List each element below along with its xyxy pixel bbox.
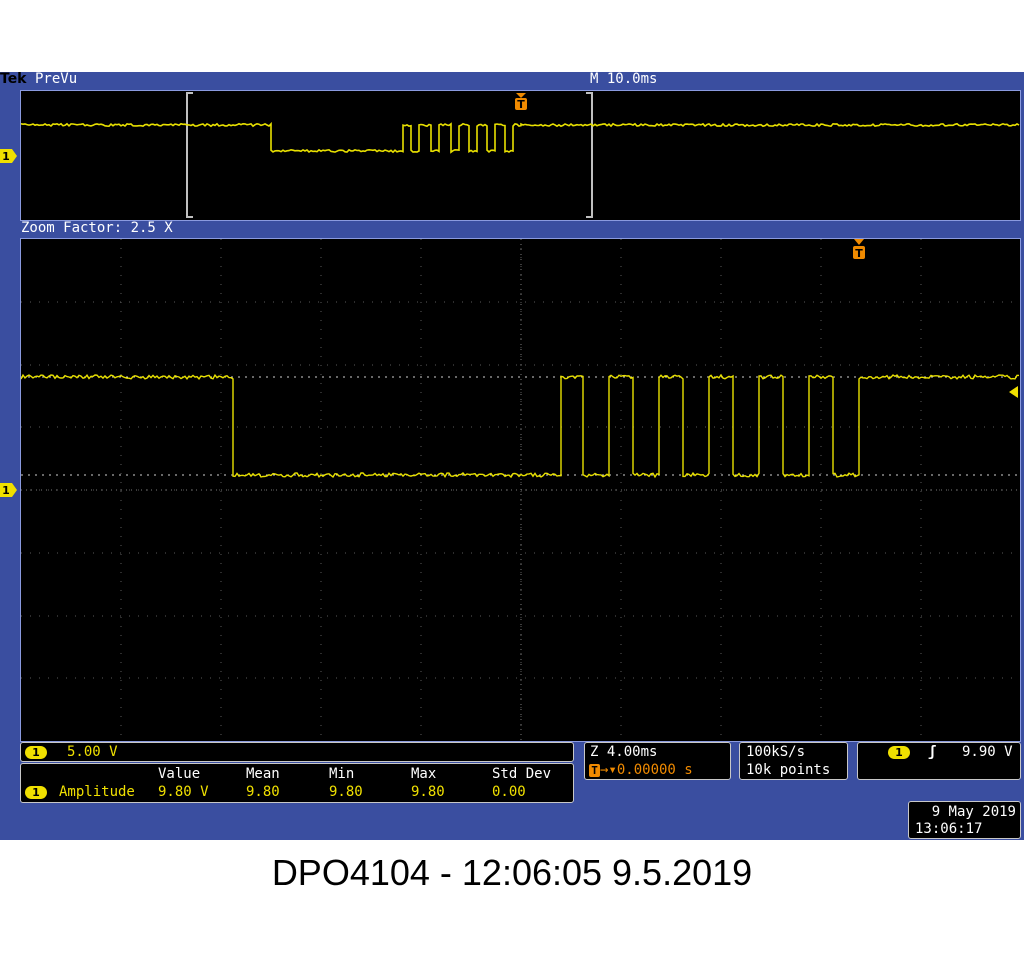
channel1-badge: 1 (25, 746, 47, 759)
trigger-panel[interactable]: 1 ʃ 9.90 V (857, 742, 1021, 780)
zoom-trigger-glyph: T (855, 247, 863, 260)
zoom-trigger-marker-icon: T (851, 239, 867, 261)
overview-trigger-glyph: T (517, 98, 525, 111)
zoom-waveform-window[interactable]: T (20, 238, 1021, 742)
meas-value: 9.80 V (158, 784, 209, 800)
overview-waveform-trace (21, 124, 1019, 152)
meas-mean: 9.80 (246, 784, 280, 800)
meas-header-std-dev: Std Dev (492, 766, 551, 782)
trigger-position-arrow-icon: →▾ (600, 762, 617, 778)
zoom-waveform-trace (21, 375, 1019, 477)
meas-channel-badge: 1 (25, 786, 47, 799)
overview-channel-glyph: 1 (2, 150, 10, 163)
zoom-graticule (21, 239, 1020, 741)
overview-trigger-marker-icon: T (513, 93, 529, 111)
trigger-position-row: T →▾0.00000 s (589, 762, 693, 778)
measurement-panel[interactable]: Value Mean Min Max Std Dev 1 Amplitude 9… (20, 763, 574, 803)
channel1-vertical-scale-panel[interactable]: 1 5.00 V (20, 742, 574, 762)
time-readout: 13:06:17 (915, 821, 982, 837)
acquisition-mode-label: PreVu (35, 72, 77, 87)
main-timebase-readout[interactable]: M 10.0ms (590, 72, 657, 87)
trigger-level-arrow-icon (1009, 386, 1019, 398)
zoom-region-bracket[interactable] (187, 93, 592, 217)
meas-header-mean: Mean (246, 766, 280, 782)
meas-std-dev: 0.00 (492, 784, 526, 800)
horizontal-panel[interactable]: Z 4.00ms T →▾0.00000 s (584, 742, 731, 780)
vertical-scale-readout: 5.00 V (67, 744, 118, 760)
datetime-panel: 9 May 2019 13:06:17 (908, 801, 1021, 839)
oscilloscope-display: Tek PreVu M 10.0ms T 1 Zoom Factor: 2.5 … (0, 72, 1024, 840)
zoom-factor-label: Zoom Factor: 2.5 X (21, 221, 173, 236)
trigger-position-glyph: T (589, 764, 600, 777)
acquisition-panel[interactable]: 100kS/s 10k points (739, 742, 848, 780)
date-readout: 9 May 2019 (932, 804, 1016, 820)
meas-header-min: Min (329, 766, 354, 782)
overview-channel1-ground-marker-icon[interactable]: 1 (0, 148, 18, 164)
meas-max: 9.80 (411, 784, 445, 800)
sample-rate-readout: 100kS/s (746, 744, 805, 760)
brand-logo: Tek (0, 72, 27, 87)
trigger-position-readout: 0.00000 s (617, 762, 693, 778)
overview-waveform-window[interactable]: T (20, 90, 1021, 221)
meas-header-value: Value (158, 766, 200, 782)
record-length-readout: 10k points (746, 762, 830, 778)
zoom-channel1-ground-marker-icon[interactable]: 1 (0, 482, 18, 498)
rising-edge-icon: ʃ (928, 744, 936, 760)
trigger-level-readout: 9.90 V (962, 744, 1013, 760)
zoom-timebase-readout: Z 4.00ms (590, 744, 657, 760)
meas-header-max: Max (411, 766, 436, 782)
zoom-channel-glyph: 1 (2, 484, 10, 497)
meas-name: Amplitude (59, 784, 135, 800)
trigger-channel-badge: 1 (888, 746, 910, 759)
image-caption: DPO4104 - 12:06:05 9.5.2019 (0, 852, 1024, 894)
meas-min: 9.80 (329, 784, 363, 800)
